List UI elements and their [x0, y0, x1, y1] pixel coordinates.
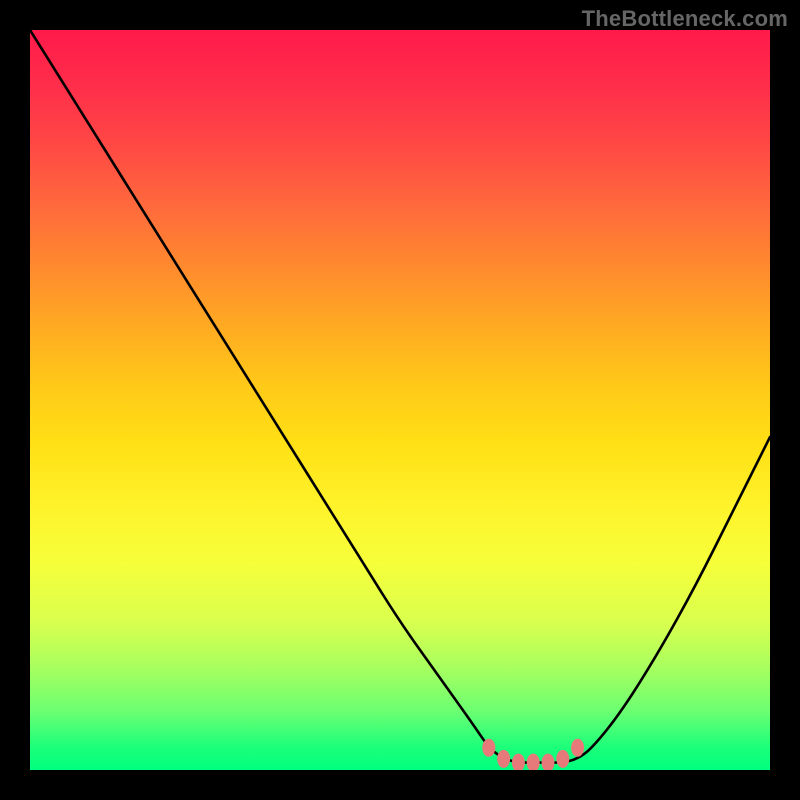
marker-dot [556, 750, 569, 768]
plot-area [30, 30, 770, 770]
marker-dot [497, 750, 510, 768]
chart-frame: TheBottleneck.com [0, 0, 800, 800]
marker-dot [527, 754, 540, 770]
marker-dot [542, 754, 555, 770]
marker-dot [482, 739, 495, 757]
watermark-text: TheBottleneck.com [582, 6, 788, 32]
curve-layer [30, 30, 770, 770]
marker-dot [571, 739, 584, 757]
bottleneck-curve-path [30, 30, 770, 763]
marker-dot [512, 754, 525, 770]
